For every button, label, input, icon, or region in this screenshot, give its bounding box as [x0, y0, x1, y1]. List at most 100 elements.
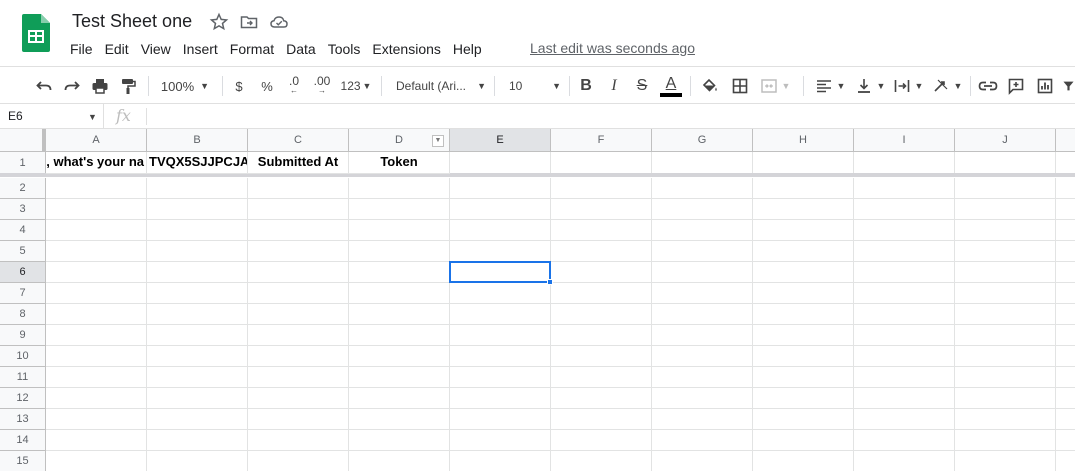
- grid-cell[interactable]: [450, 388, 551, 409]
- row-header-12[interactable]: 12: [0, 388, 46, 409]
- grid-cell[interactable]: [349, 283, 450, 304]
- grid-cell[interactable]: [349, 220, 450, 241]
- grid-cell[interactable]: [147, 367, 248, 388]
- menu-format[interactable]: Format: [224, 39, 280, 59]
- menu-data[interactable]: Data: [280, 39, 322, 59]
- grid-cell[interactable]: [349, 409, 450, 430]
- grid-cell[interactable]: [147, 283, 248, 304]
- grid-cell[interactable]: [450, 220, 551, 241]
- row-header-14[interactable]: 14: [0, 430, 46, 451]
- star-icon[interactable]: [209, 12, 229, 32]
- grid-cell[interactable]: [450, 199, 551, 220]
- row-header-4[interactable]: 4: [0, 220, 46, 241]
- merge-cells-icon[interactable]: ▼: [757, 75, 793, 97]
- bold-button[interactable]: B: [576, 75, 596, 97]
- grid-cell[interactable]: [248, 367, 349, 388]
- grid-cell[interactable]: [46, 367, 147, 388]
- cell-b1[interactable]: TVQX5SJJPCJA: [147, 152, 248, 174]
- grid-cell[interactable]: [551, 409, 652, 430]
- grid-cell[interactable]: [955, 262, 1056, 283]
- grid-cell[interactable]: [46, 304, 147, 325]
- grid-cell[interactable]: [551, 430, 652, 451]
- paint-format-icon[interactable]: [117, 75, 139, 97]
- grid-cell[interactable]: [46, 220, 147, 241]
- grid-cell[interactable]: [753, 367, 854, 388]
- undo-icon[interactable]: [33, 75, 55, 97]
- grid-cell[interactable]: [854, 325, 955, 346]
- grid-cell[interactable]: [46, 283, 147, 304]
- grid-cell[interactable]: [652, 262, 753, 283]
- grid-cell[interactable]: [652, 199, 753, 220]
- row-header-9[interactable]: 9: [0, 325, 46, 346]
- column-header-g[interactable]: G: [652, 129, 753, 152]
- selected-cell-e6[interactable]: [449, 261, 551, 283]
- grid-cell[interactable]: [450, 152, 551, 174]
- column-header-b[interactable]: B: [147, 129, 248, 152]
- row-header-13[interactable]: 13: [0, 409, 46, 430]
- grid-cell[interactable]: [551, 367, 652, 388]
- row-header-10[interactable]: 10: [0, 346, 46, 367]
- grid-cell[interactable]: [753, 451, 854, 471]
- grid-cell[interactable]: [955, 241, 1056, 262]
- grid-cell[interactable]: [248, 430, 349, 451]
- text-rotation-icon[interactable]: ▼: [930, 75, 964, 97]
- grid-cell[interactable]: [551, 178, 652, 199]
- grid-cell[interactable]: [1056, 388, 1075, 409]
- grid-cell[interactable]: [450, 241, 551, 262]
- grid-cell[interactable]: [147, 430, 248, 451]
- percent-format-button[interactable]: %: [257, 75, 277, 97]
- grid-cell[interactable]: [147, 178, 248, 199]
- grid-cell[interactable]: [349, 178, 450, 199]
- row-header-11[interactable]: 11: [0, 367, 46, 388]
- grid-cell[interactable]: [551, 388, 652, 409]
- insert-link-icon[interactable]: [977, 75, 999, 97]
- grid-cell[interactable]: [147, 220, 248, 241]
- grid-cell[interactable]: [1056, 262, 1075, 283]
- grid-cell[interactable]: [955, 346, 1056, 367]
- select-all-corner[interactable]: [0, 129, 46, 152]
- redo-icon[interactable]: [61, 75, 83, 97]
- fill-color-icon[interactable]: [699, 75, 721, 97]
- grid-cell[interactable]: [349, 367, 450, 388]
- menu-edit[interactable]: Edit: [99, 39, 135, 59]
- grid-cell[interactable]: [753, 346, 854, 367]
- grid-cell[interactable]: [1056, 325, 1075, 346]
- grid-cell[interactable]: [349, 199, 450, 220]
- currency-format-button[interactable]: $: [229, 75, 249, 97]
- grid-cell[interactable]: [1056, 304, 1075, 325]
- grid-cell[interactable]: [955, 178, 1056, 199]
- grid-cell[interactable]: [551, 304, 652, 325]
- grid-cell[interactable]: [1056, 199, 1075, 220]
- grid-cell[interactable]: [955, 152, 1056, 174]
- grid-cell[interactable]: [854, 262, 955, 283]
- grid-cell[interactable]: [450, 409, 551, 430]
- grid-cell[interactable]: [248, 262, 349, 283]
- grid-cell[interactable]: [652, 346, 753, 367]
- grid-cell[interactable]: [450, 346, 551, 367]
- grid-cell[interactable]: [753, 220, 854, 241]
- grid-cell[interactable]: [753, 388, 854, 409]
- grid-cell[interactable]: [652, 430, 753, 451]
- grid-cell[interactable]: [652, 220, 753, 241]
- insert-comment-icon[interactable]: [1005, 75, 1027, 97]
- grid-cell[interactable]: [1056, 346, 1075, 367]
- grid-cell[interactable]: [450, 283, 551, 304]
- grid-cell[interactable]: [854, 199, 955, 220]
- menu-view[interactable]: View: [135, 39, 177, 59]
- grid-cell[interactable]: [551, 283, 652, 304]
- row-header-6[interactable]: 6: [0, 262, 46, 283]
- grid-cell[interactable]: [46, 199, 147, 220]
- grid-cell[interactable]: [551, 152, 652, 174]
- more-formats-select[interactable]: 123 ▼: [339, 75, 373, 97]
- strikethrough-button[interactable]: S: [632, 75, 652, 97]
- grid-cell[interactable]: [248, 388, 349, 409]
- grid-cell[interactable]: [147, 346, 248, 367]
- cell-d1[interactable]: Token: [349, 152, 450, 174]
- grid-cell[interactable]: [1056, 178, 1075, 199]
- column-header-i[interactable]: I: [854, 129, 955, 152]
- row-header-7[interactable]: 7: [0, 283, 46, 304]
- grid-cell[interactable]: [46, 325, 147, 346]
- formula-input[interactable]: [150, 108, 1070, 126]
- grid-cell[interactable]: [854, 152, 955, 174]
- menu-tools[interactable]: Tools: [322, 39, 367, 59]
